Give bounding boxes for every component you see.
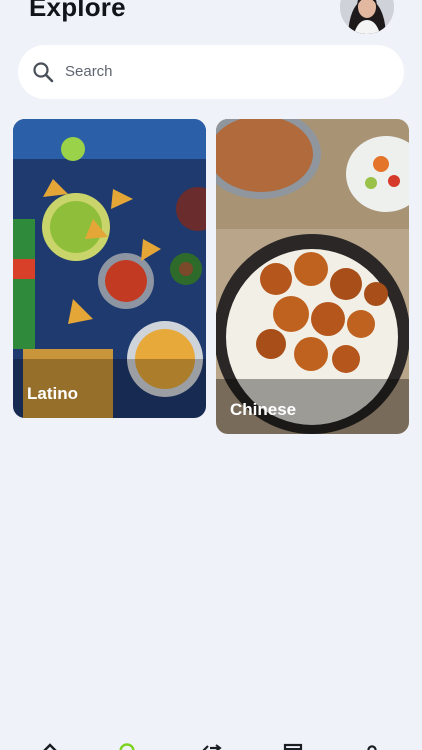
page-title: Explore [29,0,126,22]
home-icon[interactable] [36,742,64,750]
explore-screen: Explore Search Latino Chinese [0,0,422,750]
user-avatar-icon[interactable] [340,0,394,34]
category-card-latino[interactable]: Latino [13,119,206,418]
shuffle-icon[interactable] [196,742,224,750]
search-icon [33,62,54,83]
search-input[interactable]: Search [65,63,113,80]
bottom-nav [0,730,422,750]
category-card-chinese[interactable]: Chinese [216,119,409,434]
profile-icon[interactable] [358,742,386,750]
chinese-food-photo [216,119,409,434]
search-bar[interactable]: Search [18,45,404,99]
calendar-icon[interactable] [279,742,307,750]
search-icon[interactable] [114,742,142,750]
category-label: Latino [27,384,78,403]
latino-food-photo [13,119,206,418]
category-label: Chinese [230,400,297,419]
